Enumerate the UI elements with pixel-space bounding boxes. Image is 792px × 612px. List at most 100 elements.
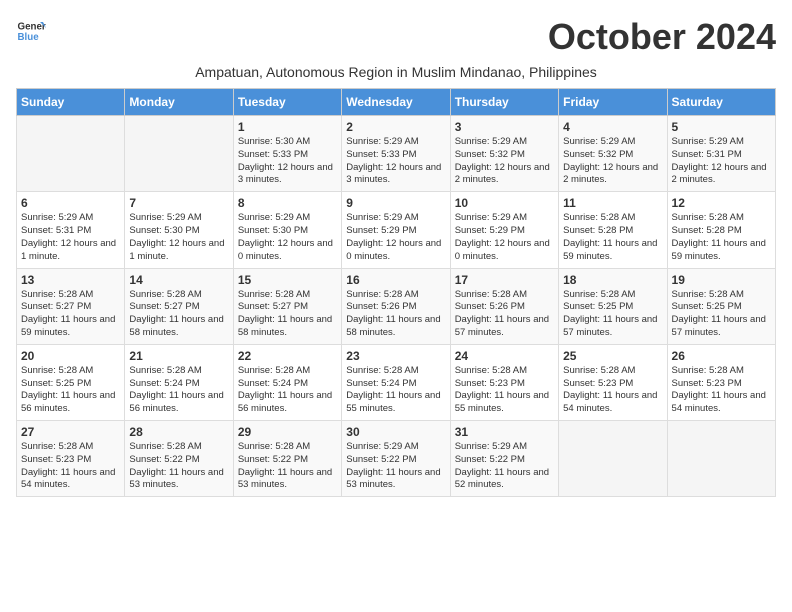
day-info: Sunrise: 5:28 AMSunset: 5:24 PMDaylight:… — [129, 365, 228, 416]
day-header-tuesday: Tuesday — [233, 89, 341, 116]
day-info: Sunrise: 5:28 AMSunset: 5:25 PMDaylight:… — [672, 289, 771, 340]
day-number: 16 — [346, 273, 445, 287]
day-number: 30 — [346, 425, 445, 439]
day-number: 20 — [21, 349, 120, 363]
day-info: Sunrise: 5:28 AMSunset: 5:28 PMDaylight:… — [563, 212, 662, 263]
day-header-sunday: Sunday — [17, 89, 125, 116]
day-header-friday: Friday — [559, 89, 667, 116]
day-info: Sunrise: 5:29 AMSunset: 5:22 PMDaylight:… — [346, 441, 445, 492]
day-number: 7 — [129, 196, 228, 210]
day-number: 6 — [21, 196, 120, 210]
day-number: 17 — [455, 273, 554, 287]
day-number: 26 — [672, 349, 771, 363]
day-number: 19 — [672, 273, 771, 287]
calendar-cell: 16 Sunrise: 5:28 AMSunset: 5:26 PMDayligh… — [342, 268, 450, 344]
calendar-cell: 25 Sunrise: 5:28 AMSunset: 5:23 PMDayligh… — [559, 344, 667, 420]
calendar-cell: 4 Sunrise: 5:29 AMSunset: 5:32 PMDaylight… — [559, 116, 667, 192]
logo: General Blue — [16, 16, 46, 46]
day-number: 24 — [455, 349, 554, 363]
calendar-cell: 12 Sunrise: 5:28 AMSunset: 5:28 PMDayligh… — [667, 192, 775, 268]
day-info: Sunrise: 5:29 AMSunset: 5:30 PMDaylight:… — [238, 212, 337, 263]
week-row-2: 6 Sunrise: 5:29 AMSunset: 5:31 PMDaylight… — [17, 192, 776, 268]
calendar-cell: 22 Sunrise: 5:28 AMSunset: 5:24 PMDayligh… — [233, 344, 341, 420]
day-info: Sunrise: 5:30 AMSunset: 5:33 PMDaylight:… — [238, 136, 337, 187]
svg-text:Blue: Blue — [18, 32, 40, 43]
calendar-cell — [667, 421, 775, 497]
month-title: October 2024 — [548, 16, 776, 58]
day-info: Sunrise: 5:28 AMSunset: 5:26 PMDaylight:… — [346, 289, 445, 340]
subtitle: Ampatuan, Autonomous Region in Muslim Mi… — [16, 64, 776, 80]
day-info: Sunrise: 5:28 AMSunset: 5:28 PMDaylight:… — [672, 212, 771, 263]
day-number: 13 — [21, 273, 120, 287]
calendar-table: SundayMondayTuesdayWednesdayThursdayFrid… — [16, 88, 776, 497]
day-info: Sunrise: 5:28 AMSunset: 5:22 PMDaylight:… — [129, 441, 228, 492]
calendar-cell: 29 Sunrise: 5:28 AMSunset: 5:22 PMDayligh… — [233, 421, 341, 497]
calendar-cell: 5 Sunrise: 5:29 AMSunset: 5:31 PMDaylight… — [667, 116, 775, 192]
day-number: 2 — [346, 120, 445, 134]
calendar-cell — [125, 116, 233, 192]
calendar-cell: 13 Sunrise: 5:28 AMSunset: 5:27 PMDayligh… — [17, 268, 125, 344]
day-info: Sunrise: 5:28 AMSunset: 5:23 PMDaylight:… — [21, 441, 120, 492]
days-header-row: SundayMondayTuesdayWednesdayThursdayFrid… — [17, 89, 776, 116]
day-number: 15 — [238, 273, 337, 287]
day-number: 29 — [238, 425, 337, 439]
calendar-cell: 14 Sunrise: 5:28 AMSunset: 5:27 PMDayligh… — [125, 268, 233, 344]
day-info: Sunrise: 5:28 AMSunset: 5:23 PMDaylight:… — [672, 365, 771, 416]
day-info: Sunrise: 5:28 AMSunset: 5:22 PMDaylight:… — [238, 441, 337, 492]
day-info: Sunrise: 5:29 AMSunset: 5:33 PMDaylight:… — [346, 136, 445, 187]
day-info: Sunrise: 5:28 AMSunset: 5:24 PMDaylight:… — [238, 365, 337, 416]
day-number: 4 — [563, 120, 662, 134]
day-number: 31 — [455, 425, 554, 439]
day-number: 28 — [129, 425, 228, 439]
calendar-cell: 9 Sunrise: 5:29 AMSunset: 5:29 PMDaylight… — [342, 192, 450, 268]
day-info: Sunrise: 5:29 AMSunset: 5:31 PMDaylight:… — [672, 136, 771, 187]
week-row-1: 1 Sunrise: 5:30 AMSunset: 5:33 PMDaylight… — [17, 116, 776, 192]
day-info: Sunrise: 5:28 AMSunset: 5:23 PMDaylight:… — [563, 365, 662, 416]
day-number: 12 — [672, 196, 771, 210]
calendar-cell: 15 Sunrise: 5:28 AMSunset: 5:27 PMDayligh… — [233, 268, 341, 344]
calendar-cell: 27 Sunrise: 5:28 AMSunset: 5:23 PMDayligh… — [17, 421, 125, 497]
day-number: 22 — [238, 349, 337, 363]
calendar-cell: 17 Sunrise: 5:28 AMSunset: 5:26 PMDayligh… — [450, 268, 558, 344]
calendar-cell: 18Sunrise: 5:28 AMSunset: 5:25 PMDayligh… — [559, 268, 667, 344]
day-number: 10 — [455, 196, 554, 210]
day-number: 14 — [129, 273, 228, 287]
calendar-cell: 6 Sunrise: 5:29 AMSunset: 5:31 PMDaylight… — [17, 192, 125, 268]
calendar-cell — [17, 116, 125, 192]
day-number: 11 — [563, 196, 662, 210]
day-info: Sunrise: 5:28 AMSunset: 5:27 PMDaylight:… — [21, 289, 120, 340]
day-number: 27 — [21, 425, 120, 439]
calendar-cell: 7 Sunrise: 5:29 AMSunset: 5:30 PMDaylight… — [125, 192, 233, 268]
day-header-thursday: Thursday — [450, 89, 558, 116]
calendar-cell — [559, 421, 667, 497]
week-row-3: 13 Sunrise: 5:28 AMSunset: 5:27 PMDayligh… — [17, 268, 776, 344]
day-info: Sunrise: 5:28 AMSunset: 5:27 PMDaylight:… — [129, 289, 228, 340]
day-number: 25 — [563, 349, 662, 363]
logo-icon: General Blue — [16, 16, 46, 46]
calendar-cell: 28 Sunrise: 5:28 AMSunset: 5:22 PMDayligh… — [125, 421, 233, 497]
day-number: 21 — [129, 349, 228, 363]
calendar-cell: 8Sunrise: 5:29 AMSunset: 5:30 PMDaylight… — [233, 192, 341, 268]
calendar-cell: 11 Sunrise: 5:28 AMSunset: 5:28 PMDayligh… — [559, 192, 667, 268]
day-header-saturday: Saturday — [667, 89, 775, 116]
day-info: Sunrise: 5:29 AMSunset: 5:30 PMDaylight:… — [129, 212, 228, 263]
day-info: Sunrise: 5:28 AMSunset: 5:26 PMDaylight:… — [455, 289, 554, 340]
day-info: Sunrise: 5:28 AMSunset: 5:27 PMDaylight:… — [238, 289, 337, 340]
week-row-4: 20 Sunrise: 5:28 AMSunset: 5:25 PMDayligh… — [17, 344, 776, 420]
week-row-5: 27 Sunrise: 5:28 AMSunset: 5:23 PMDayligh… — [17, 421, 776, 497]
day-header-monday: Monday — [125, 89, 233, 116]
calendar-cell: 1 Sunrise: 5:30 AMSunset: 5:33 PMDaylight… — [233, 116, 341, 192]
day-number: 1 — [238, 120, 337, 134]
calendar-cell: 24 Sunrise: 5:28 AMSunset: 5:23 PMDayligh… — [450, 344, 558, 420]
day-info: Sunrise: 5:28 AMSunset: 5:23 PMDaylight:… — [455, 365, 554, 416]
calendar-cell: 19 Sunrise: 5:28 AMSunset: 5:25 PMDayligh… — [667, 268, 775, 344]
day-info: Sunrise: 5:29 AMSunset: 5:31 PMDaylight:… — [21, 212, 120, 263]
day-number: 9 — [346, 196, 445, 210]
day-info: Sunrise: 5:28 AMSunset: 5:25 PMDaylight:… — [21, 365, 120, 416]
day-info: Sunrise: 5:29 AMSunset: 5:29 PMDaylight:… — [346, 212, 445, 263]
day-info: Sunrise: 5:29 AMSunset: 5:22 PMDaylight:… — [455, 441, 554, 492]
header: General Blue October 2024 — [16, 16, 776, 58]
day-number: 5 — [672, 120, 771, 134]
calendar-cell: 31 Sunrise: 5:29 AMSunset: 5:22 PMDayligh… — [450, 421, 558, 497]
day-info: Sunrise: 5:29 AMSunset: 5:32 PMDaylight:… — [563, 136, 662, 187]
